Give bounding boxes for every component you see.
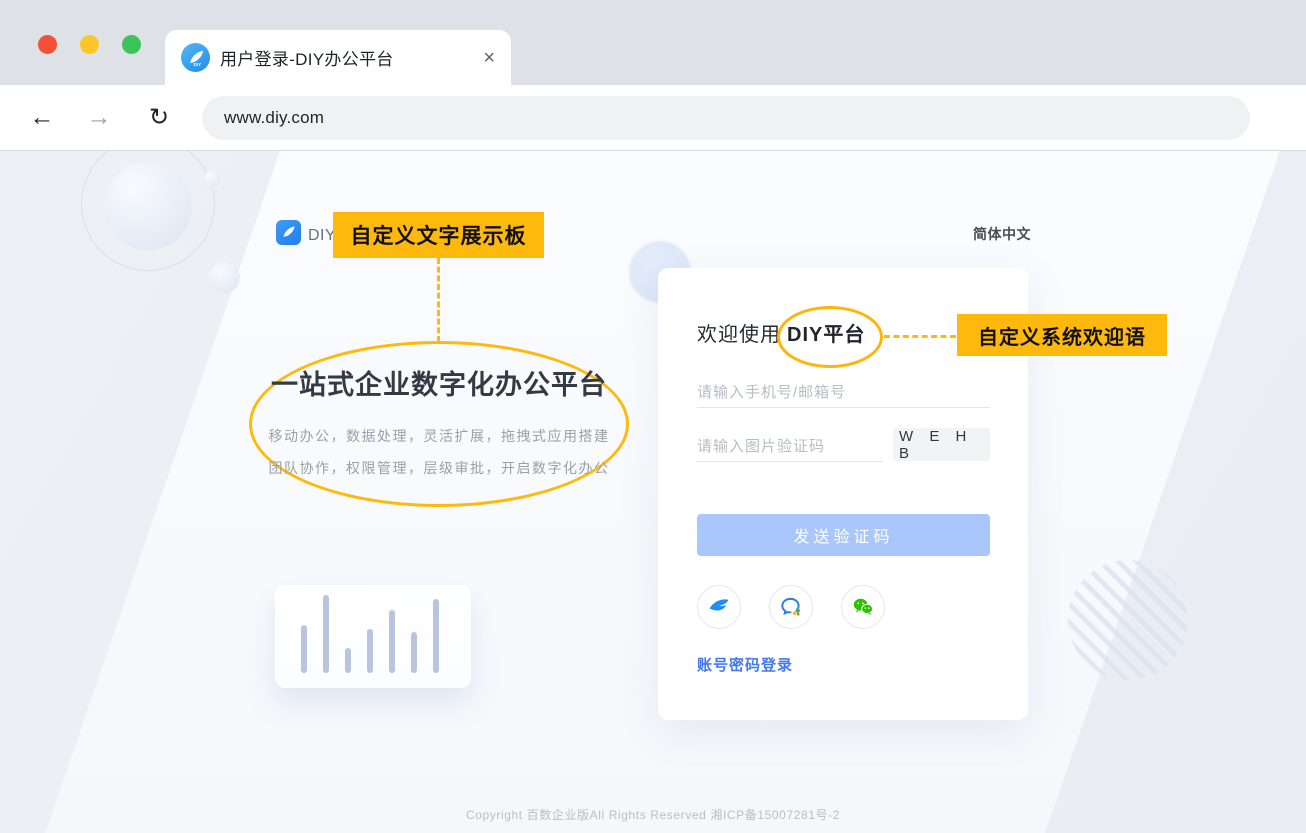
bar-chart-illustration	[275, 585, 471, 688]
sphere-decoration	[203, 171, 220, 188]
sphere-decoration	[104, 162, 192, 250]
svg-text:DIY: DIY	[193, 61, 201, 66]
bar-chart	[301, 595, 439, 673]
browser-toolbar: ← → ↻ www.diy.com	[0, 85, 1306, 151]
annotation-welcome-text: 自定义系统欢迎语	[957, 314, 1167, 356]
browser-window: DIY 用户登录-DIY办公平台 × ← → ↻ www.diy.com	[0, 0, 1306, 833]
bar	[389, 610, 395, 673]
language-selector[interactable]: 简体中文	[973, 224, 1031, 244]
send-code-button[interactable]: 发送验证码	[697, 514, 990, 556]
bar	[345, 648, 351, 673]
bar	[301, 625, 307, 673]
hero-title: 一站式企业数字化办公平台	[248, 363, 630, 402]
page-content: DIY办公平台 简体中文 自定义文字展示板 自定义系统欢迎语 一站式企业数字化办…	[0, 151, 1306, 833]
url-text: www.diy.com	[224, 108, 324, 128]
wechat-icon[interactable]	[841, 585, 885, 629]
social-login-row	[697, 585, 885, 629]
dingtalk-icon[interactable]	[697, 585, 741, 629]
hero-subtitle-line1: 移动办公，数据处理，灵活扩展，拖拽式应用搭建	[239, 426, 639, 446]
site-favicon-feather-icon: DIY	[181, 43, 210, 72]
annotation-ellipse-welcome	[777, 306, 883, 368]
annotation-text-board: 自定义文字展示板	[333, 212, 544, 258]
back-arrow-icon[interactable]: ←	[22, 103, 62, 132]
maximize-window-button[interactable]	[122, 35, 141, 54]
bar	[411, 632, 417, 673]
sphere-decoration	[209, 262, 240, 293]
copyright-text: Copyright 百数企业版All Rights Reserved 湘ICP备…	[0, 806, 1306, 823]
hero-subtitle-line2: 团队协作，权限管理，层级审批，开启数字化办公	[239, 458, 639, 478]
bar	[323, 595, 329, 673]
browser-tab-bar: DIY 用户登录-DIY办公平台 ×	[0, 0, 1306, 85]
tab-title: 用户登录-DIY办公平台	[220, 45, 475, 70]
tab-close-icon[interactable]: ×	[483, 48, 495, 68]
close-window-button[interactable]	[38, 35, 57, 54]
welcome-prefix: 欢迎使用	[697, 324, 781, 346]
bar	[367, 629, 373, 673]
striped-circle-decoration	[1068, 560, 1188, 680]
captcha-input[interactable]	[697, 432, 883, 462]
annotation-connector-horizontal	[884, 335, 956, 338]
minimize-window-button[interactable]	[80, 35, 99, 54]
address-bar[interactable]: www.diy.com	[202, 96, 1250, 140]
captcha-image[interactable]: W E H B	[893, 428, 990, 461]
bar	[433, 599, 439, 673]
password-login-link[interactable]: 账号密码登录	[697, 654, 793, 675]
forward-arrow-icon[interactable]: →	[79, 103, 119, 132]
wecom-icon[interactable]	[769, 585, 813, 629]
logo-feather-icon	[276, 220, 301, 245]
reload-icon[interactable]: ↻	[139, 103, 179, 132]
annotation-connector-vertical	[437, 258, 440, 342]
phone-email-input[interactable]	[697, 378, 990, 408]
browser-tab[interactable]: DIY 用户登录-DIY办公平台 ×	[165, 30, 511, 85]
